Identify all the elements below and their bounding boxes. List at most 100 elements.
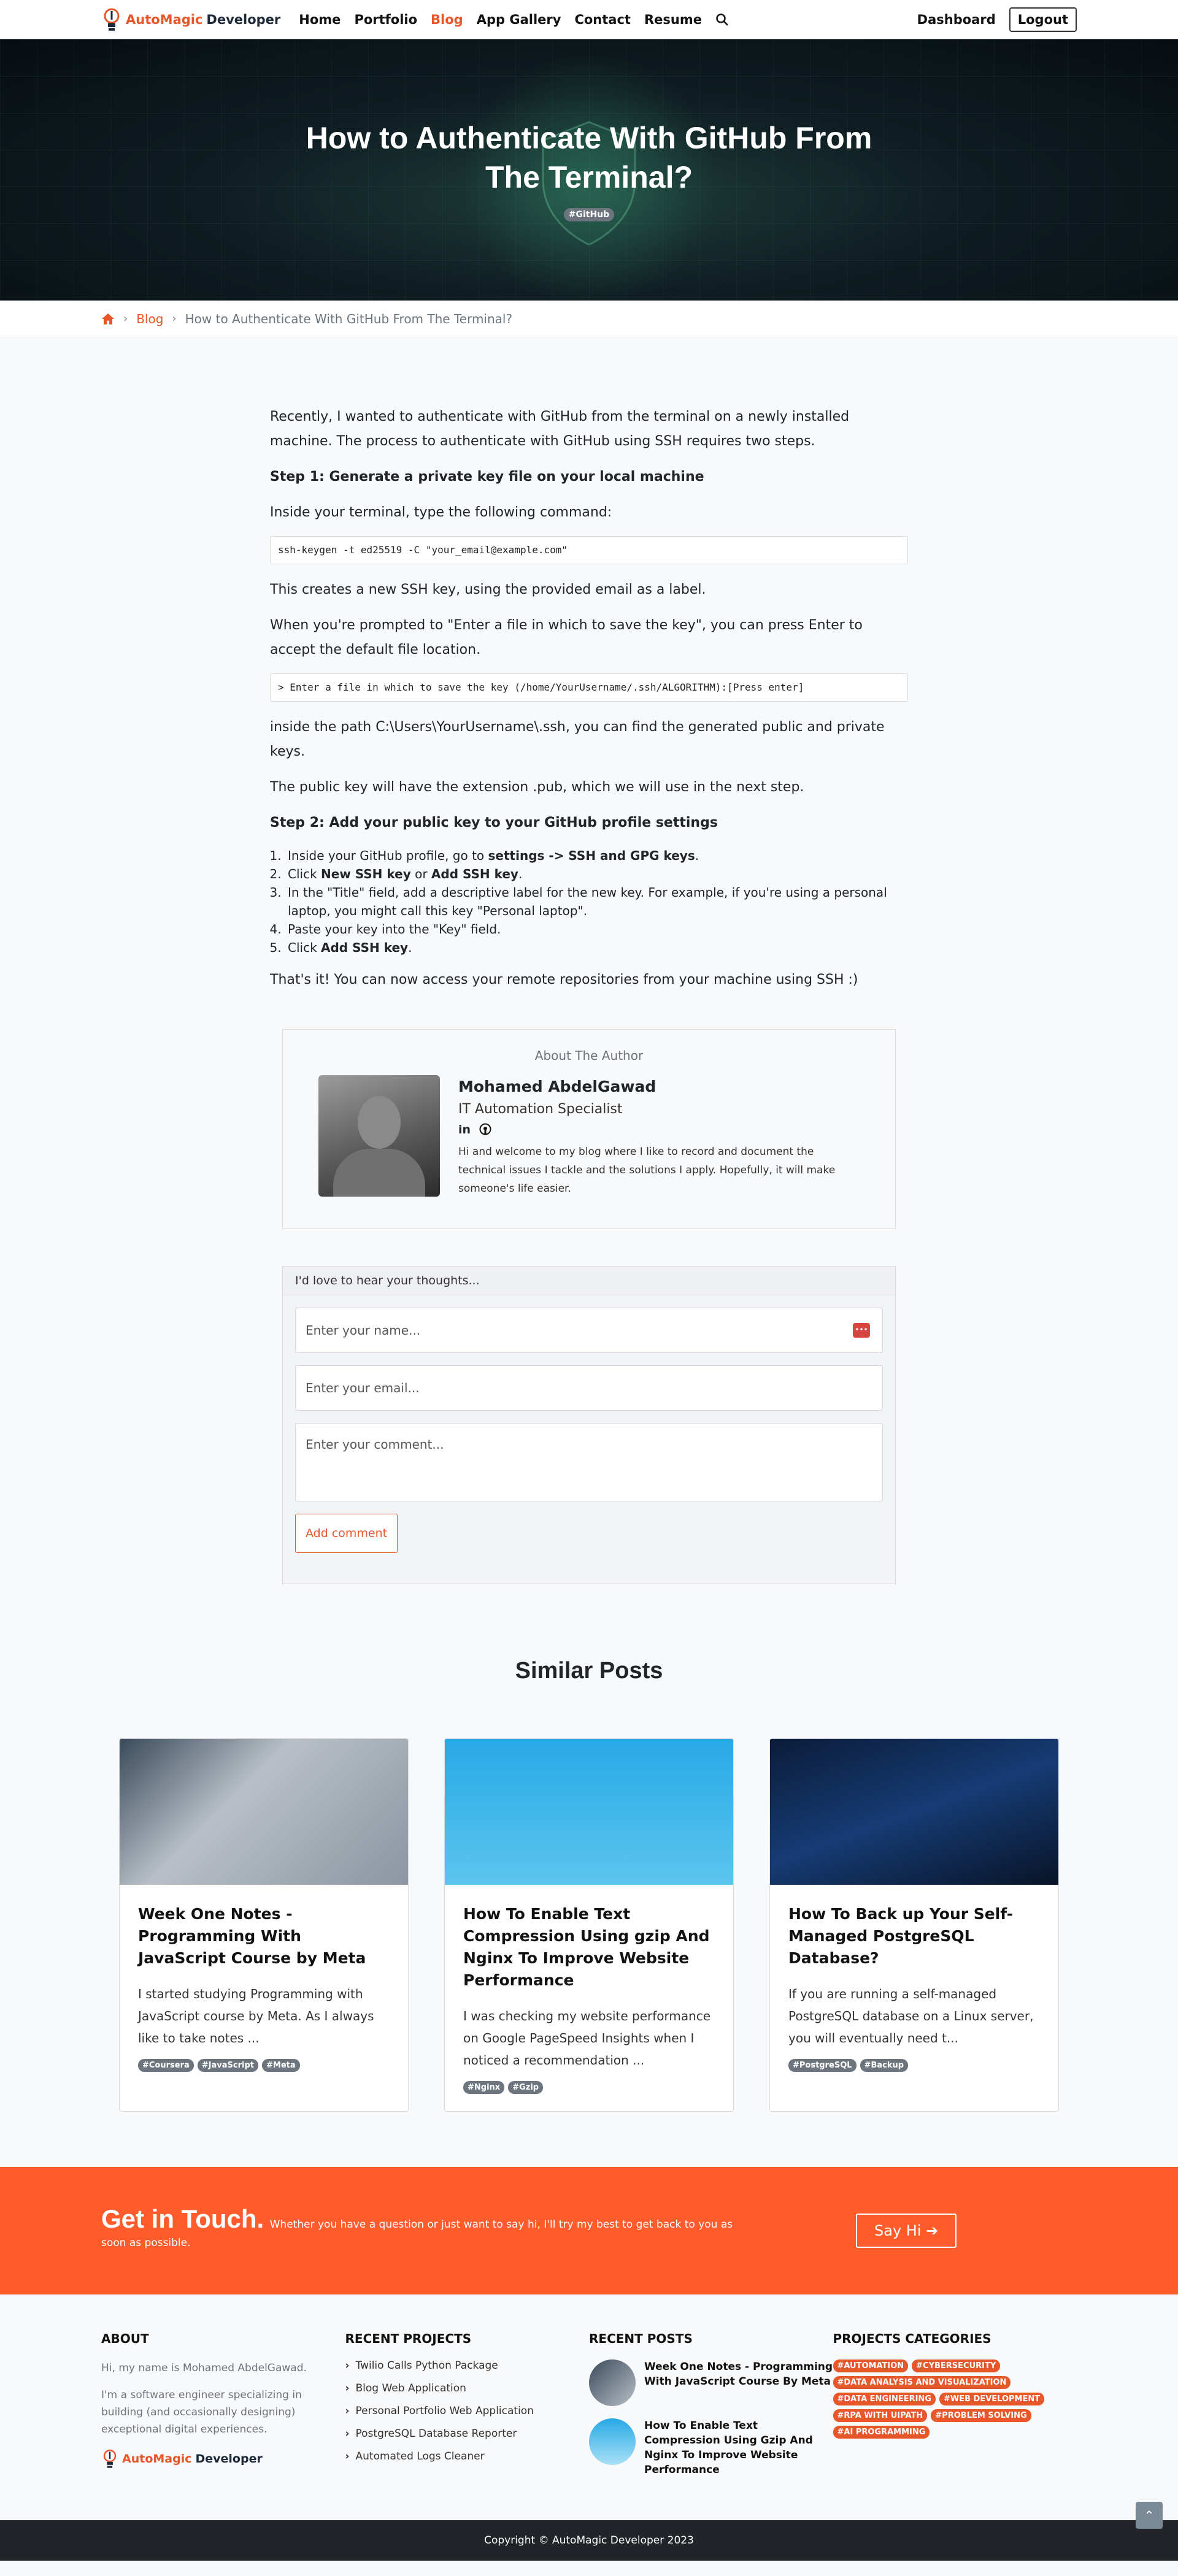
nav-link-home[interactable]: Home	[299, 12, 341, 27]
step2-list: Inside your GitHub profile, go to settin…	[285, 846, 908, 957]
category-tag[interactable]: #CYBERSECURITY	[912, 2359, 1001, 2372]
dashboard-link[interactable]: Dashboard	[917, 12, 996, 27]
footer-about: ABOUT Hi, my name is Mohamed AbdelGawad.…	[101, 2331, 345, 2490]
author-card: About The Author Mohamed AbdelGawad IT A…	[282, 1029, 896, 1229]
project-link[interactable]: › Personal Portfolio Web Application	[345, 2405, 590, 2417]
post-tag[interactable]: #Coursera	[138, 2059, 194, 2072]
footer-recent-posts: RECENT POSTS Week One Notes - Programmin…	[589, 2331, 833, 2490]
arrow-right-icon: ➔	[926, 2222, 939, 2239]
github-icon[interactable]	[479, 1123, 491, 1135]
comment-heading: I'd love to hear your thoughts...	[283, 1267, 895, 1295]
say-hi-button[interactable]: Say Hi ➔	[856, 2214, 957, 2248]
post-card[interactable]: Week One Notes - Programming With JavaSc…	[119, 1738, 409, 2112]
footer: ABOUT Hi, my name is Mohamed AbdelGawad.…	[0, 2294, 1178, 2520]
add-comment-button[interactable]: Add comment	[295, 1514, 398, 1553]
home-icon[interactable]	[101, 313, 115, 325]
category-tag[interactable]: #RPA WITH UIPATH	[833, 2409, 928, 2422]
recent-post-thumb[interactable]	[589, 2418, 636, 2465]
post-image-rocket-laptop[interactable]	[445, 1739, 733, 1885]
post-tag[interactable]: #GitHub	[563, 208, 615, 221]
step1-paragraph: inside the path C:\Users\YourUsername\.s…	[270, 719, 885, 759]
similar-posts: Similar Posts Week One Notes - Programmi…	[0, 1658, 1178, 2112]
bulb-logo-icon	[103, 2449, 117, 2468]
scroll-to-top-icon[interactable]: ⌃	[1136, 2502, 1163, 2529]
nav-link-blog[interactable]: Blog	[431, 12, 463, 27]
brand-logo[interactable]: AutoMagic Developer	[101, 6, 280, 33]
category-tag[interactable]: #DATA ENGINEERING	[833, 2393, 936, 2405]
nav-link-resume[interactable]: Resume	[644, 12, 702, 27]
author-bio: Hi and welcome to my blog where I like t…	[458, 1146, 836, 1195]
post-tag[interactable]: #JavaScript	[197, 2059, 258, 2072]
recent-post[interactable]: Week One Notes - Programming With JavaSc…	[589, 2359, 833, 2406]
post-image-backup-phone[interactable]	[770, 1739, 1058, 1885]
chevron-right-icon: ›	[345, 2450, 350, 2463]
author-heading: About The Author	[534, 1048, 644, 1063]
footer-projects: RECENT PROJECTS › Twilio Calls Python Pac…	[345, 2331, 590, 2490]
category-tag[interactable]: #AI PROGRAMMING	[833, 2426, 930, 2439]
step1-paragraph: Inside your terminal, type the following…	[270, 505, 612, 520]
nav-link-portfolio[interactable]: Portfolio	[354, 12, 417, 27]
post-card-excerpt: I was checking my website performance on…	[463, 2009, 711, 2068]
brand-name-a: AutoMagic	[126, 12, 203, 27]
step2-heading: Step 2: Add your public key to your GitH…	[270, 815, 718, 830]
recent-post-thumb[interactable]	[589, 2359, 636, 2406]
cta-title: Get in Touch.	[101, 2204, 264, 2233]
code-block-keygen[interactable]: ssh-keygen -t ed25519 -C "your_email@exa…	[270, 536, 908, 564]
list-item: Inside your GitHub profile, go to settin…	[285, 846, 908, 865]
step1-paragraph: When you're prompted to "Enter a file in…	[270, 618, 863, 657]
recent-post[interactable]: How To Enable Text Compression Using Gzi…	[589, 2418, 833, 2477]
autofill-dots-icon[interactable]: •••	[853, 1323, 870, 1338]
search-icon[interactable]	[715, 13, 729, 26]
category-tag[interactable]: #AUTOMATION	[833, 2359, 909, 2372]
category-tag[interactable]: #PROBLEM SOLVING	[931, 2409, 1031, 2422]
category-tag[interactable]: #WEB DEVELOPMENT	[939, 2393, 1045, 2405]
post-tag[interactable]: #Meta	[262, 2059, 300, 2072]
author-avatar	[318, 1075, 440, 1197]
post-card-excerpt: I started studying Programming with Java…	[138, 1987, 374, 2045]
comment-textarea[interactable]: Enter your comment...	[295, 1423, 883, 1501]
post-tag[interactable]: #Gzip	[508, 2081, 544, 2094]
post-card[interactable]: How To Back up Your Self-Managed Postgre…	[769, 1738, 1059, 2112]
post-card-title[interactable]: Week One Notes - Programming With JavaSc…	[138, 1903, 390, 1969]
project-link[interactable]: › Automated Logs Cleaner	[345, 2450, 590, 2463]
step1-paragraph: The public key will have the extension .…	[270, 780, 804, 795]
footer-brand-logo[interactable]: AutoMagic Developer	[101, 2448, 345, 2470]
breadcrumb-blog[interactable]: Blog	[136, 312, 163, 326]
post-tag[interactable]: #Nginx	[463, 2081, 505, 2094]
author-social: in	[458, 1123, 860, 1137]
post-tag[interactable]: #Backup	[860, 2059, 909, 2072]
get-in-touch-banner: Get in Touch. Whether you have a questio…	[0, 2167, 1178, 2294]
project-link[interactable]: › Blog Web Application	[345, 2382, 590, 2394]
email-input[interactable]: Enter your email...	[295, 1365, 883, 1411]
nav-link-contact[interactable]: Contact	[574, 12, 631, 27]
logout-button[interactable]: Logout	[1009, 7, 1077, 32]
list-item: Paste your key into the "Key" field.	[285, 920, 908, 938]
code-block-prompt[interactable]: > Enter a file in which to save the key …	[270, 673, 908, 702]
post-image-laptop-typing[interactable]	[120, 1739, 408, 1885]
step1-heading: Step 1: Generate a private key file on y…	[270, 469, 704, 485]
footer-about-text: I'm a software engineer specializing in …	[101, 2389, 302, 2436]
post-card-title[interactable]: How To Back up Your Self-Managed Postgre…	[788, 1903, 1040, 1969]
project-link[interactable]: › Twilio Calls Python Package	[345, 2359, 590, 2372]
post-card[interactable]: How To Enable Text Compression Using gzi…	[444, 1738, 734, 2112]
footer-heading: RECENT PROJECTS	[345, 2331, 472, 2346]
nav-right: Dashboard Logout	[917, 7, 1077, 32]
chevron-right-icon: ›	[123, 312, 128, 325]
nav-link-app-gallery[interactable]: App Gallery	[477, 12, 561, 27]
nav-links: Home Portfolio Blog App Gallery Contact …	[299, 12, 729, 27]
breadcrumb-current: How to Authenticate With GitHub From The…	[185, 311, 513, 326]
linkedin-icon[interactable]: in	[458, 1123, 471, 1137]
project-link[interactable]: › PostgreSQL Database Reporter	[345, 2428, 590, 2440]
similar-posts-heading: Similar Posts	[515, 1658, 663, 1684]
author-role: IT Automation Specialist	[458, 1102, 623, 1117]
article-body: Recently, I wanted to authenticate with …	[270, 405, 908, 992]
post-tag[interactable]: #PostgreSQL	[788, 2059, 857, 2072]
post-card-title[interactable]: How To Enable Text Compression Using gzi…	[463, 1903, 715, 1991]
footer-heading: ABOUT	[101, 2331, 149, 2346]
category-tag[interactable]: #DATA ANALYSIS AND VISUALIZATION	[833, 2376, 1011, 2389]
chevron-right-icon: ›	[345, 2428, 350, 2440]
chevron-right-icon: ›	[345, 2359, 350, 2372]
footer-categories: PROJECTS CATEGORIES #AUTOMATION #CYBERSE…	[833, 2331, 1077, 2490]
name-input[interactable]: Enter your name... •••	[295, 1308, 883, 1353]
chevron-right-icon: ›	[345, 2405, 350, 2417]
